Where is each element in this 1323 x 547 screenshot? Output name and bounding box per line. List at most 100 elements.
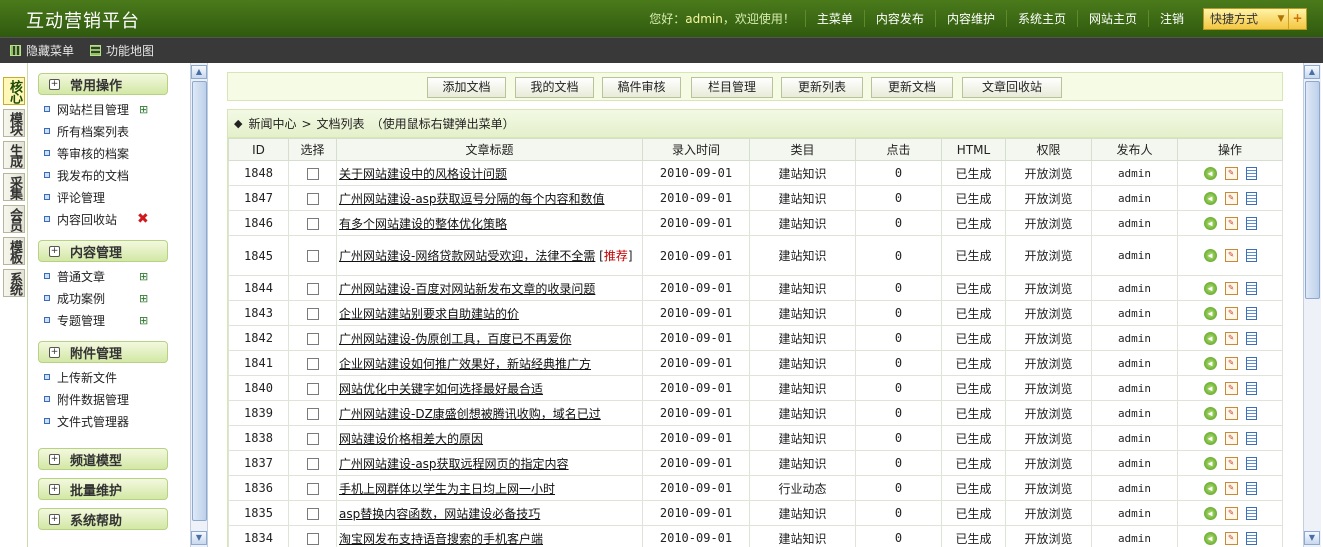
sidebar-item-articles[interactable]: 普通文章 ⊞: [44, 265, 190, 287]
nav-main-menu[interactable]: 主菜单: [804, 10, 864, 27]
row-checkbox[interactable]: [306, 457, 319, 470]
table-row[interactable]: 1842 广州网站建设-伪原创工具，百度已不再爱你 2010-09-01 建站知识 0 已…: [228, 325, 1283, 351]
nav-logout[interactable]: 注销: [1147, 10, 1195, 27]
my-documents-button[interactable]: 我的文档: [515, 77, 594, 98]
table-row[interactable]: 1836 手机上网群体以学生为主日均上网一小时 2010-09-01 行业动态 0 已生成…: [228, 475, 1283, 501]
function-map-button[interactable]: 功能地图: [90, 42, 154, 59]
sidebar-item-topics[interactable]: 专题管理 ⊞: [44, 309, 190, 331]
article-title-link[interactable]: 企业网站建站别要求自助建站的价: [339, 307, 519, 321]
scroll-up-icon[interactable]: ▲: [191, 65, 207, 79]
sidebar-item-all-archives[interactable]: 所有档案列表: [44, 120, 190, 142]
preview-icon[interactable]: ◀: [1203, 506, 1217, 520]
update-docs-button[interactable]: 更新文档: [871, 77, 953, 98]
edit-icon[interactable]: ✎: [1224, 456, 1238, 470]
sidebar-item-site-columns[interactable]: 网站栏目管理 ⊞: [44, 98, 190, 120]
nav-content-maintain[interactable]: 内容维护: [934, 10, 1006, 27]
table-row[interactable]: 1835 asp替换内容函数，网站建设必备技巧 2010-09-01 建站知识 0 已生成…: [228, 500, 1283, 526]
article-title-link[interactable]: 广州网站建设-asp获取逗号分隔的每个内容和数值: [339, 192, 605, 206]
document-icon[interactable]: [1245, 356, 1257, 370]
row-checkbox[interactable]: [306, 357, 319, 370]
row-checkbox[interactable]: [306, 332, 319, 345]
nav-system-home[interactable]: 系统主页: [1005, 10, 1077, 27]
preview-icon[interactable]: ◀: [1203, 216, 1217, 230]
edit-icon[interactable]: ✎: [1224, 356, 1238, 370]
edit-icon[interactable]: ✎: [1224, 281, 1238, 295]
document-icon[interactable]: [1245, 506, 1257, 520]
scroll-thumb[interactable]: [192, 81, 207, 521]
article-title-link[interactable]: 关于网站建设中的风格设计问题: [339, 167, 507, 181]
article-recycle-button[interactable]: 文章回收站: [962, 77, 1062, 98]
add-icon[interactable]: ⊞: [139, 292, 148, 305]
preview-icon[interactable]: ◀: [1203, 531, 1217, 545]
preview-icon[interactable]: ◀: [1203, 431, 1217, 445]
scroll-down-icon[interactable]: ▼: [1304, 531, 1320, 545]
document-icon[interactable]: [1245, 216, 1257, 230]
article-title-link[interactable]: 有多个网站建设的整体优化策略: [339, 217, 507, 231]
row-checkbox[interactable]: [306, 192, 319, 205]
row-checkbox[interactable]: [306, 432, 319, 445]
document-icon[interactable]: [1245, 531, 1257, 545]
add-icon[interactable]: ⊞: [139, 270, 148, 283]
article-title-link[interactable]: 企业网站建设如何推广效果好，新站经典推广方: [339, 357, 591, 371]
sidebar-item-file-manager[interactable]: 文件式管理器: [44, 410, 190, 432]
sidebar-item-my-docs[interactable]: 我发布的文档: [44, 164, 190, 186]
table-row[interactable]: 1841 企业网站建设如何推广效果好，新站经典推广方 2010-09-01 建站知识 0…: [228, 350, 1283, 376]
table-row[interactable]: 1839 广州网站建设-DZ康盛创想被腾讯收购，域名已过 2010-09-01 建站知…: [228, 400, 1283, 426]
document-icon[interactable]: [1245, 281, 1257, 295]
document-icon[interactable]: [1245, 191, 1257, 205]
edit-icon[interactable]: ✎: [1224, 506, 1238, 520]
scroll-up-icon[interactable]: ▲: [1304, 65, 1320, 79]
document-icon[interactable]: [1245, 456, 1257, 470]
article-title-link[interactable]: 广州网站建设-百度对网站新发布文章的收录问题: [339, 282, 595, 296]
tab-template[interactable]: 模板: [3, 237, 25, 265]
sidebar-scrollbar[interactable]: ▲ ▼: [190, 63, 208, 547]
row-checkbox[interactable]: [306, 307, 319, 320]
scroll-down-icon[interactable]: ▼: [191, 531, 207, 545]
article-title-link[interactable]: 广州网站建设-asp获取远程网页的指定内容: [339, 457, 569, 471]
nav-content-publish[interactable]: 内容发布: [863, 10, 935, 27]
column-manage-button[interactable]: 栏目管理: [691, 77, 773, 98]
nav-site-home[interactable]: 网站主页: [1076, 10, 1148, 27]
group-header-help[interactable]: + 系统帮助: [38, 508, 168, 530]
article-title-link[interactable]: 淘宝网发布支持语音搜索的手机客户端: [339, 532, 543, 546]
row-checkbox[interactable]: [306, 250, 319, 262]
table-row[interactable]: 1840 网站优化中关键字如何选择最好最合适 2010-09-01 建站知识 0 已生成开…: [228, 375, 1283, 401]
preview-icon[interactable]: ◀: [1203, 381, 1217, 395]
preview-icon[interactable]: ◀: [1203, 481, 1217, 495]
preview-icon[interactable]: ◀: [1203, 356, 1217, 370]
preview-icon[interactable]: ◀: [1203, 281, 1217, 295]
article-title-link[interactable]: asp替换内容函数，网站建设必备技巧: [339, 507, 540, 521]
document-icon[interactable]: [1245, 406, 1257, 420]
edit-icon[interactable]: ✎: [1224, 531, 1238, 545]
tab-collect[interactable]: 采集: [3, 173, 25, 201]
delete-icon[interactable]: ✖: [137, 211, 149, 227]
article-title-link[interactable]: 网站优化中关键字如何选择最好最合适: [339, 382, 543, 396]
document-icon[interactable]: [1245, 431, 1257, 445]
tab-core[interactable]: 核心: [3, 77, 25, 105]
add-icon[interactable]: ⊞: [139, 103, 148, 116]
edit-icon[interactable]: ✎: [1224, 166, 1238, 180]
preview-icon[interactable]: ◀: [1203, 166, 1217, 180]
group-header-common[interactable]: + 常用操作: [38, 73, 168, 95]
table-row[interactable]: 1837 广州网站建设-asp获取远程网页的指定内容 2010-09-01 建站知识 0…: [228, 450, 1283, 476]
tab-member[interactable]: 会员: [3, 205, 25, 233]
edit-icon[interactable]: ✎: [1224, 481, 1238, 495]
edit-icon[interactable]: ✎: [1224, 381, 1238, 395]
row-checkbox[interactable]: [306, 217, 319, 230]
group-header-attachments[interactable]: + 附件管理: [38, 341, 168, 363]
tab-generate[interactable]: 生成: [3, 141, 25, 169]
row-checkbox[interactable]: [306, 532, 319, 545]
sidebar-item-upload[interactable]: 上传新文件: [44, 366, 190, 388]
edit-icon[interactable]: ✎: [1224, 431, 1238, 445]
row-checkbox[interactable]: [306, 507, 319, 520]
add-icon[interactable]: ⊞: [139, 314, 148, 327]
group-header-batch[interactable]: + 批量维护: [38, 478, 168, 500]
tab-module[interactable]: 模块: [3, 109, 25, 137]
document-icon[interactable]: [1245, 166, 1257, 180]
preview-icon[interactable]: ◀: [1203, 331, 1217, 345]
table-row[interactable]: 1845 广州网站建设-网络贷款网站受欢迎，法律不全需 [推荐] 2010-09-0…: [228, 235, 1283, 276]
preview-icon[interactable]: ◀: [1203, 406, 1217, 420]
edit-icon[interactable]: ✎: [1224, 306, 1238, 320]
tab-system[interactable]: 系统: [3, 269, 25, 297]
document-icon[interactable]: [1245, 381, 1257, 395]
